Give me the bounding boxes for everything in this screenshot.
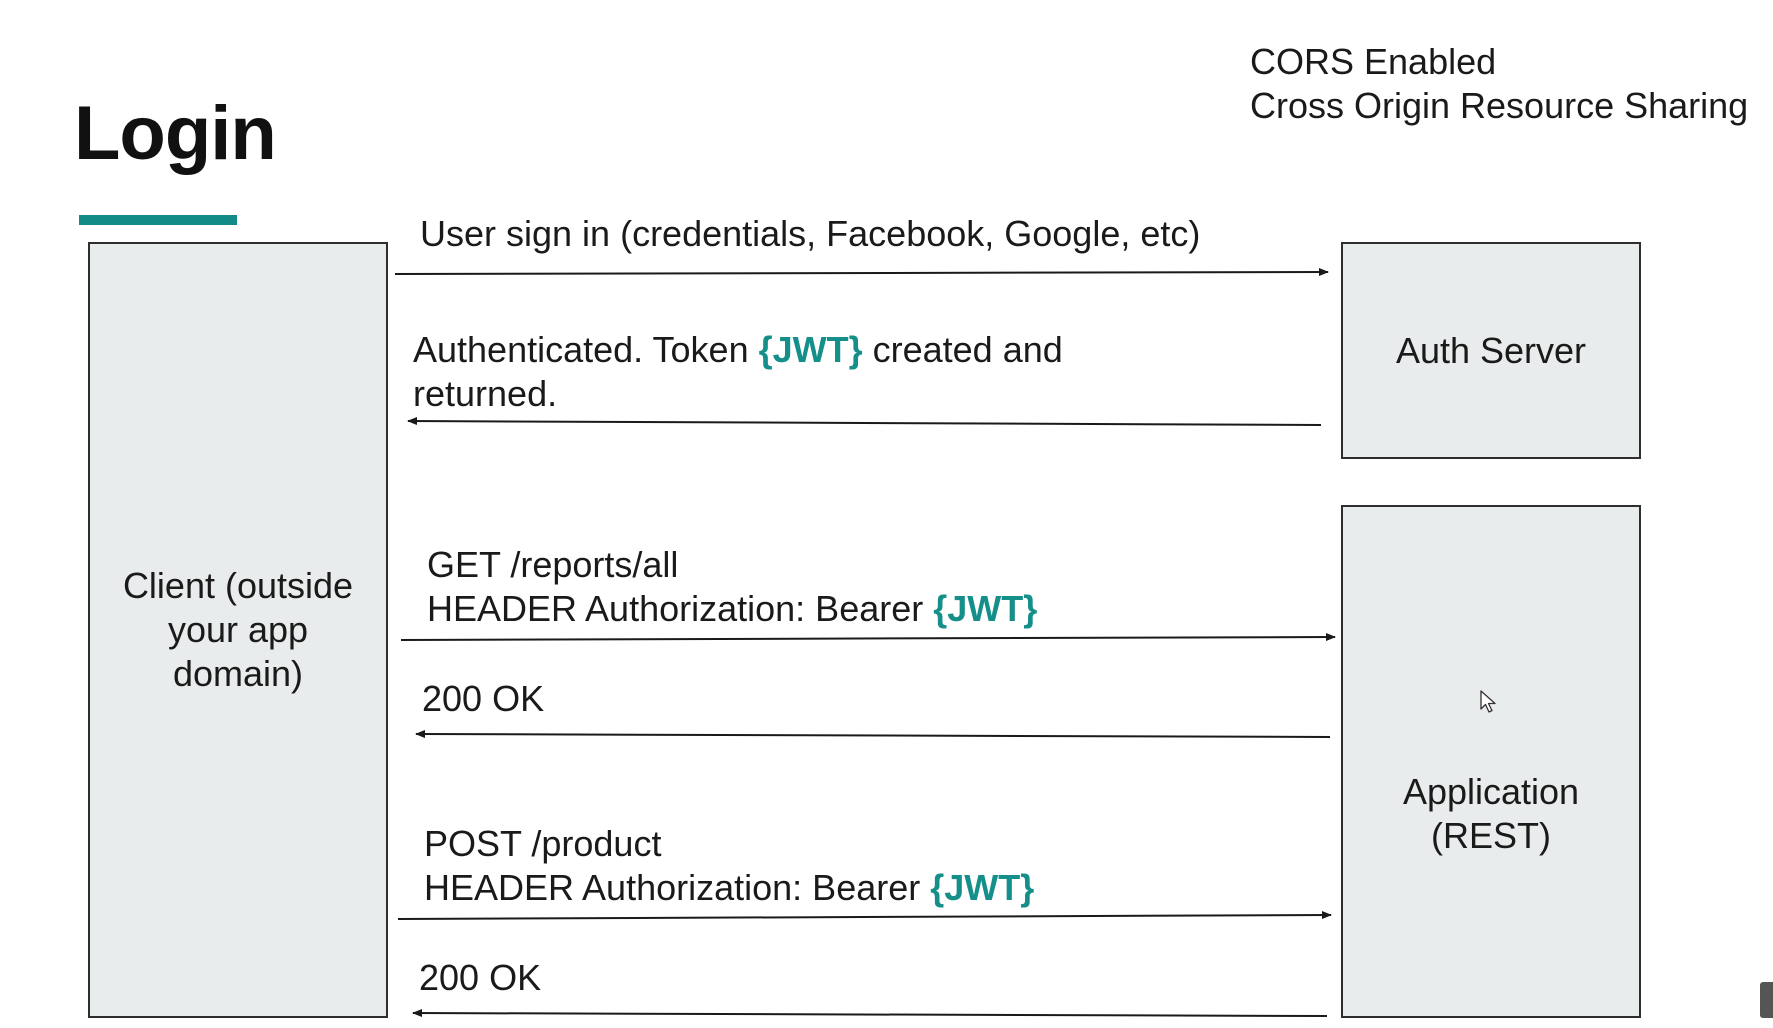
jwt-token: {JWT} <box>930 867 1035 908</box>
message-token-returned: Authenticated. Token {JWT} created and r… <box>413 328 1063 416</box>
jwt-token: {JWT} <box>933 588 1038 629</box>
message-post-product-line2: HEADER Authorization: Bearer {JWT} <box>424 866 1034 910</box>
message-post-product: POST /product HEADER Authorization: Bear… <box>424 822 1034 910</box>
message-get-reports-line1: GET /reports/all <box>427 544 679 585</box>
arrow-post-response <box>412 1009 1328 1018</box>
arrow-get-response <box>415 730 1331 739</box>
message-post-product-header: HEADER Authorization: Bearer <box>424 867 931 908</box>
message-token-suffix: created and <box>862 329 1063 370</box>
jwt-token: {JWT} <box>758 329 863 370</box>
arrow-get-reports <box>400 633 1336 642</box>
arrow-post-product <box>397 911 1332 920</box>
message-get-reports-header: HEADER Authorization: Bearer <box>427 588 934 629</box>
arrow-sign-in <box>394 268 1329 277</box>
message-sign-in: User sign in (credentials, Facebook, Goo… <box>420 213 1201 254</box>
message-post-product-line1: POST /product <box>424 823 662 864</box>
message-get-reports: GET /reports/all HEADER Authorization: B… <box>427 543 1037 631</box>
message-get-response: 200 OK <box>422 678 545 719</box>
mouse-pointer-icon <box>1480 690 1496 713</box>
arrow-token-returned <box>407 417 1322 426</box>
message-token-line2: returned. <box>413 373 558 414</box>
corner-badge <box>1760 982 1773 1018</box>
message-token-line1: Authenticated. Token {JWT} created and <box>413 328 1063 372</box>
message-get-reports-line2: HEADER Authorization: Bearer {JWT} <box>427 587 1037 631</box>
message-post-response: 200 OK <box>419 957 542 998</box>
message-token-prefix: Authenticated. Token <box>413 329 759 370</box>
